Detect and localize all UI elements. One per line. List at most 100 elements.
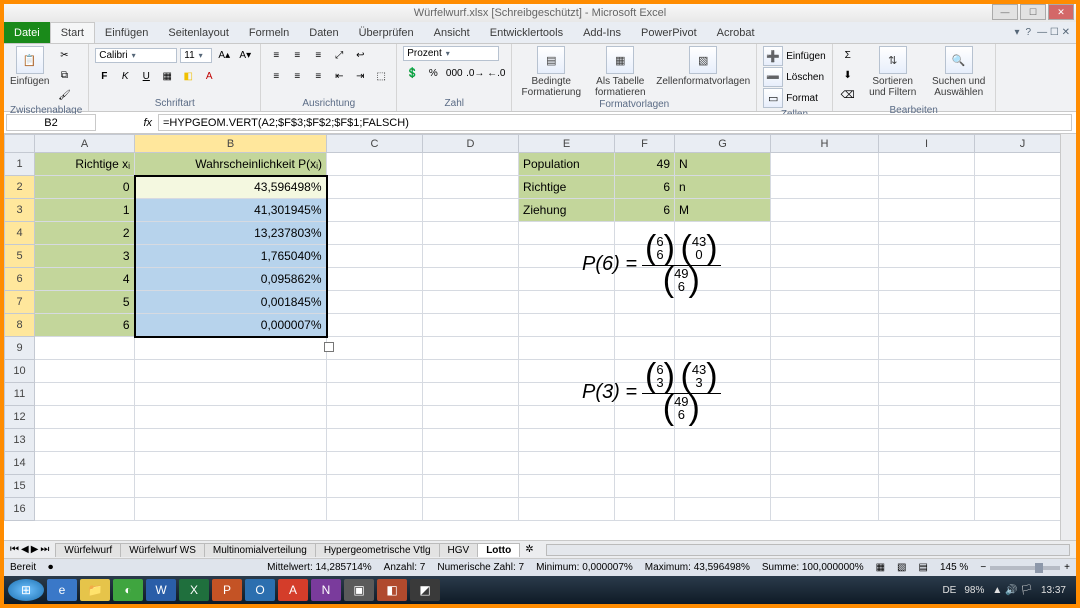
fill-color-button[interactable]: ◧ [179, 67, 197, 85]
cell-e3[interactable]: Ziehung [519, 199, 615, 222]
close-button[interactable]: ✕ [1048, 4, 1074, 20]
sort-filter-button[interactable]: ⇅Sortieren und Filtern [863, 46, 923, 98]
cell-a4[interactable]: 2 [35, 222, 135, 245]
sheet-tab[interactable]: Würfelwurf WS [120, 543, 205, 557]
cell-f3[interactable]: 6 [615, 199, 675, 222]
cell-a2[interactable]: 0 [35, 176, 135, 199]
cell-styles-button[interactable]: ▧Zellenformatvorlagen [656, 46, 750, 87]
taskbar-app-ie[interactable]: e [47, 579, 77, 601]
ribbon-min-icon[interactable]: ▾ [1015, 27, 1020, 38]
sheet-tab[interactable]: Multinomialverteilung [204, 543, 316, 557]
cell-g1[interactable]: N [675, 153, 771, 176]
cell-a6[interactable]: 4 [35, 268, 135, 291]
cell-b4[interactable]: 13,237803% [135, 222, 327, 245]
insert-cell-button[interactable]: ➕Einfügen [763, 46, 825, 66]
cell-b3[interactable]: 41,301945% [135, 199, 327, 222]
column-headers[interactable]: ABCDEFGHIJ [5, 135, 1071, 153]
zoom-slider[interactable] [990, 566, 1060, 570]
taskbar-app-word[interactable]: W [146, 579, 176, 601]
file-tab[interactable]: Datei [4, 22, 50, 43]
format-painter-button[interactable]: 🖌 [55, 86, 73, 104]
taskbar-app-explorer[interactable]: 📁 [80, 579, 110, 601]
increase-font-button[interactable]: A▴ [215, 46, 233, 64]
cell-b7[interactable]: 0,001845% [135, 291, 327, 314]
sheet-tab[interactable]: Würfelwurf [55, 543, 121, 557]
align-center-button[interactable]: ≡ [288, 67, 306, 85]
name-box[interactable]: B2 [6, 114, 96, 131]
font-name-dropdown[interactable]: Calibri▾ [95, 48, 177, 63]
thousand-sep-button[interactable]: 000 [445, 64, 463, 82]
window-controls-small[interactable]: — ☐ ✕ [1037, 27, 1070, 38]
taskbar-app-excel[interactable]: X [179, 579, 209, 601]
sheet-tab-active[interactable]: Lotto [477, 543, 520, 557]
taskbar-app-generic[interactable]: ◐ [113, 579, 143, 601]
clear-button[interactable]: ⌫ [839, 86, 857, 104]
inc-decimal-button[interactable]: .0→ [466, 64, 484, 82]
indent-dec-button[interactable]: ⇤ [330, 67, 348, 85]
help-icon[interactable]: ? [1026, 27, 1032, 38]
taskbar-app-generic3[interactable]: ◧ [377, 579, 407, 601]
vertical-scrollbar[interactable] [1060, 134, 1076, 540]
as-table-button[interactable]: ▦Als Tabelle formatieren [590, 46, 650, 98]
taskbar-app-generic2[interactable]: ▣ [344, 579, 374, 601]
taskbar-app-access[interactable]: A [278, 579, 308, 601]
wrap-text-button[interactable]: ↩ [351, 46, 369, 64]
sheet-tab[interactable]: Hypergeometrische Vtlg [315, 543, 440, 557]
align-middle-button[interactable]: ≡ [288, 46, 306, 64]
align-left-button[interactable]: ≡ [267, 67, 285, 85]
horizontal-scrollbar[interactable] [546, 544, 1070, 556]
sheet-nav-next[interactable]: ▶ [31, 544, 39, 555]
fill-button[interactable]: ⬇ [839, 66, 857, 84]
tray-lang[interactable]: DE [942, 585, 956, 596]
align-bottom-button[interactable]: ≡ [309, 46, 327, 64]
cond-format-button[interactable]: ▤Bedingte Formatierung [518, 46, 584, 98]
tab-seitenlayout[interactable]: Seitenlayout [158, 22, 239, 43]
tab-powerpivot[interactable]: PowerPivot [631, 22, 707, 43]
start-button[interactable]: ⊞ [8, 579, 44, 601]
taskbar-app-outlook[interactable]: O [245, 579, 275, 601]
worksheet-grid[interactable]: ABCDEFGHIJ 1 Richtige xᵢ Wahrscheinlichk… [4, 134, 1076, 540]
orientation-button[interactable]: ⤢ [330, 46, 348, 64]
tab-formeln[interactable]: Formeln [239, 22, 299, 43]
cell-b1[interactable]: Wahrscheinlichkeit P(xᵢ) [135, 153, 327, 176]
zoom-in-button[interactable]: + [1064, 562, 1070, 573]
tab-ansicht[interactable]: Ansicht [424, 22, 480, 43]
zoom-out-button[interactable]: − [980, 562, 986, 573]
cell-g2[interactable]: n [675, 176, 771, 199]
tab-einfuegen[interactable]: Einfügen [95, 22, 158, 43]
sheet-tab[interactable]: HGV [439, 543, 479, 557]
underline-button[interactable]: U [137, 67, 155, 85]
merge-button[interactable]: ⬚ [372, 67, 390, 85]
cell-a1[interactable]: Richtige xᵢ [35, 153, 135, 176]
cell-b8[interactable]: 0,000007% [135, 314, 327, 337]
italic-button[interactable]: K [116, 67, 134, 85]
cell-f2[interactable]: 6 [615, 176, 675, 199]
number-format-dropdown[interactable]: Prozent▾ [403, 46, 499, 61]
bold-button[interactable]: F [95, 67, 113, 85]
dec-decimal-button[interactable]: ←.0 [487, 64, 505, 82]
view-break-icon[interactable]: ▤ [919, 562, 928, 573]
sheet-nav-first[interactable]: ⏮ [10, 544, 19, 555]
cut-button[interactable]: ✂ [55, 46, 73, 64]
tab-ueberpruefen[interactable]: Überprüfen [349, 22, 424, 43]
autosum-button[interactable]: Σ [839, 46, 857, 64]
sheet-nav-last[interactable]: ⏭ [40, 544, 49, 555]
maximize-button[interactable]: ☐ [1020, 4, 1046, 20]
delete-cell-button[interactable]: ➖Löschen [763, 67, 824, 87]
percent-button[interactable]: % [424, 64, 442, 82]
minimize-button[interactable]: — [992, 4, 1018, 20]
cell-a8[interactable]: 6 [35, 314, 135, 337]
decrease-font-button[interactable]: A▾ [236, 46, 254, 64]
tab-daten[interactable]: Daten [299, 22, 348, 43]
fx-label[interactable]: fx [98, 112, 158, 133]
taskbar-app-ppt[interactable]: P [212, 579, 242, 601]
cell-a3[interactable]: 1 [35, 199, 135, 222]
align-right-button[interactable]: ≡ [309, 67, 327, 85]
find-select-button[interactable]: 🔍Suchen und Auswählen [929, 46, 989, 98]
taskbar-app-generic4[interactable]: ◩ [410, 579, 440, 601]
cell-g3[interactable]: M [675, 199, 771, 222]
font-size-dropdown[interactable]: 11▾ [180, 48, 212, 63]
copy-button[interactable]: ⧉ [55, 66, 73, 84]
cell-b2[interactable]: 43,596498% [135, 176, 327, 199]
formula-input[interactable]: =HYPGEOM.VERT(A2;$F$3;$F$2;$F$1;FALSCH) [158, 114, 1072, 131]
